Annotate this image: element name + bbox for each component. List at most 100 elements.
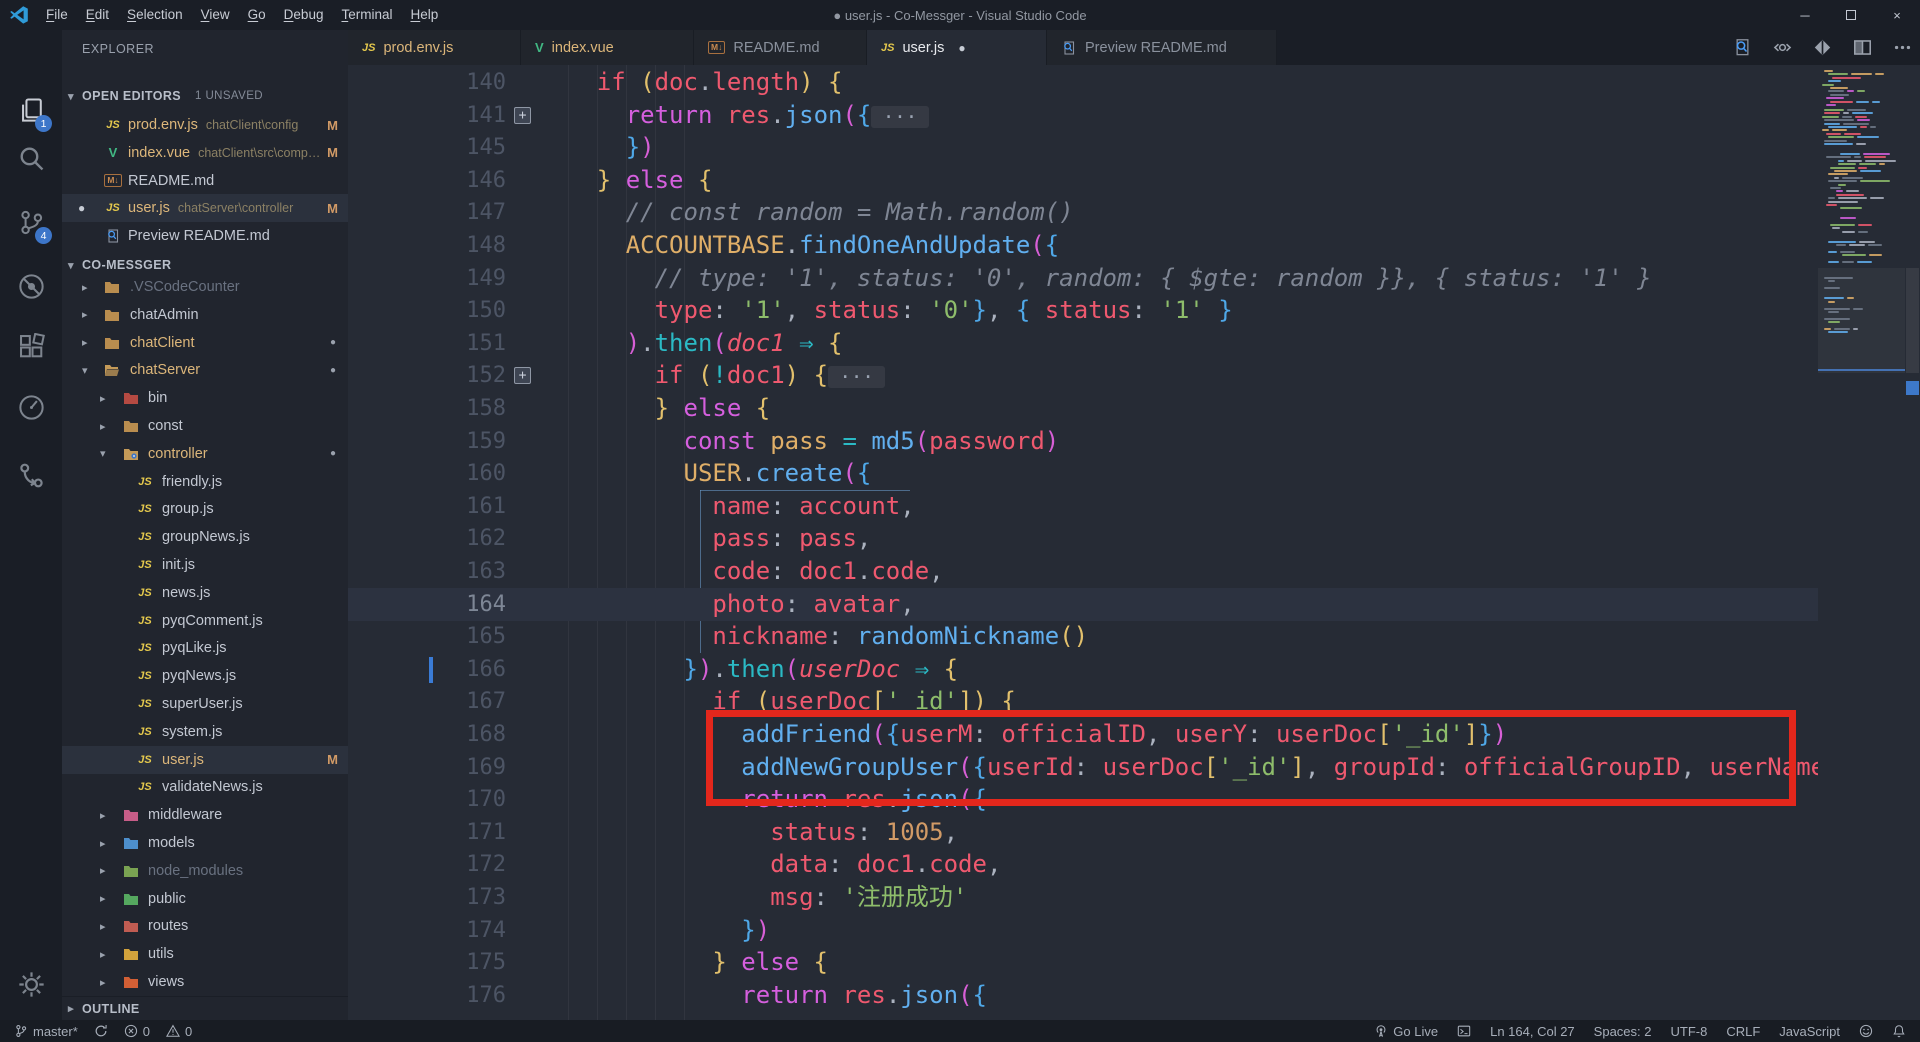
line-number[interactable]: 146 [436,164,506,197]
line-number[interactable]: 151 [436,327,506,360]
tree-item-pyqComment.js[interactable]: JSpyqComment.js [62,607,348,635]
line-number[interactable]: 162 [436,522,506,555]
tree-item-utils[interactable]: ▸utils [62,940,348,968]
line-number[interactable]: 167 [436,685,506,718]
line-number[interactable]: 171 [436,816,506,849]
line-number[interactable]: 158 [436,392,506,425]
code-line-141[interactable]: 141+ return res.json({ ··· [348,99,1818,132]
line-number[interactable]: 165 [436,620,506,653]
line-number[interactable]: 148 [436,229,506,262]
tab-index-vue[interactable]: Vindex.vue [521,30,694,65]
code-line-160[interactable]: 160 USER.create({ [348,457,1818,490]
problems-errors[interactable]: 0 [124,1024,150,1039]
tree-item-controller[interactable]: ▾controller● [62,440,348,468]
activity-gauge-icon[interactable] [0,383,62,431]
menu-debug[interactable]: Debug [275,0,333,30]
code-line-166[interactable]: 166 }).then(userDoc ⇒ { [348,653,1818,686]
minimap[interactable] [1818,65,1905,1020]
sync-button[interactable] [94,1024,108,1038]
activity-settings-gear-icon[interactable] [0,960,62,1008]
tree-item-friendly.js[interactable]: JSfriendly.js [62,468,348,496]
code-line-159[interactable]: 159 const pass = md5(password) [348,425,1818,458]
feedback-smiley[interactable] [1859,1024,1873,1038]
tab-readme-md[interactable]: M↓README.md [694,30,867,65]
scrollbar-slider[interactable] [1906,268,1919,373]
tree-item-const[interactable]: ▸const [62,412,348,440]
line-number[interactable]: 175 [436,946,506,979]
tree-item-routes[interactable]: ▸routes [62,912,348,940]
line-number[interactable]: 170 [436,783,506,816]
line-number[interactable]: 150 [436,294,506,327]
line-number[interactable]: 141 [436,99,506,132]
outline-header[interactable]: ▸OUTLINE [62,996,348,1020]
tree-item-node_modules[interactable]: ▸node_modules [62,857,348,885]
code-line-149[interactable]: 149 // type: '1', status: '0', random: {… [348,262,1818,295]
tree-item-bin[interactable]: ▸bin [62,384,348,412]
go-live-button[interactable]: Go Live [1374,1024,1438,1039]
minimize-button[interactable]: ─ [1782,0,1828,30]
tab-prod-env-js[interactable]: JSprod.env.js [348,30,521,65]
code-line-146[interactable]: 146 } else { [348,164,1818,197]
action-open-preview-icon[interactable] [1733,38,1752,57]
menu-view[interactable]: View [192,0,239,30]
code-line-172[interactable]: 172 data: doc1.code, [348,848,1818,881]
open-editor-item[interactable]: Preview README.md [62,222,348,250]
tree-item-system.js[interactable]: JSsystem.js [62,718,348,746]
tree-item-pyqNews.js[interactable]: JSpyqNews.js [62,662,348,690]
tree-item-chatClient[interactable]: ▸chatClient● [62,329,348,357]
open-editor-item[interactable]: ●JSuser.jschatServer\controllerM [62,194,348,222]
code-line-176[interactable]: 176 return res.json({ [348,979,1818,1012]
code-line-174[interactable]: 174 }) [348,914,1818,947]
tree-item-superUser.js[interactable]: JSsuperUser.js [62,690,348,718]
line-number[interactable]: 152 [436,359,506,392]
code-line-171[interactable]: 171 status: 1005, [348,816,1818,849]
action-split-editor-icon[interactable] [1853,38,1872,57]
activity-search-icon[interactable] [0,134,62,182]
menu-help[interactable]: Help [401,0,447,30]
tree-item-groupNews.js[interactable]: JSgroupNews.js [62,523,348,551]
fold-expand-icon[interactable]: + [514,107,531,124]
tree-item-pyqLike.js[interactable]: JSpyqLike.js [62,634,348,662]
tree-item-.VSCodeCounter[interactable]: ▸.VSCodeCounter [62,273,348,301]
menu-selection[interactable]: Selection [118,0,192,30]
tree-item-models[interactable]: ▸models [62,829,348,857]
code-line-152[interactable]: 152+ if (!doc1) { ··· [348,359,1818,392]
open-editor-item[interactable]: Vindex.vuechatClient\src\components...M [62,139,348,167]
tree-item-group.js[interactable]: JSgroup.js [62,495,348,523]
tree-item-user.js[interactable]: JSuser.jsM [62,746,348,774]
line-number[interactable]: 163 [436,555,506,588]
code-line-161[interactable]: 161 name: account, [348,490,1818,523]
indentation-setting[interactable]: Spaces: 2 [1594,1024,1652,1039]
line-number[interactable]: 147 [436,196,506,229]
open-editors-header[interactable]: ▾OPEN EDITORS1 UNSAVED [62,82,348,110]
line-number[interactable]: 168 [436,718,506,751]
line-number[interactable]: 149 [436,262,506,295]
language-mode[interactable]: JavaScript [1779,1024,1840,1039]
line-number[interactable]: 164 [436,588,506,621]
activity-files-icon[interactable]: 1 [0,86,62,134]
eol-setting[interactable]: CRLF [1726,1024,1760,1039]
line-number[interactable]: 145 [436,131,506,164]
line-number[interactable]: 173 [436,881,506,914]
tree-item-init.js[interactable]: JSinit.js [62,551,348,579]
code-line-151[interactable]: 151 ).then(doc1 ⇒ { [348,327,1818,360]
tree-item-news.js[interactable]: JSnews.js [62,579,348,607]
code-line-158[interactable]: 158 } else { [348,392,1818,425]
tab-user-js[interactable]: JSuser.js● [867,30,1047,65]
action-more-actions-icon[interactable] [1893,38,1912,57]
code-line-163[interactable]: 163 code: doc1.code, [348,555,1818,588]
vertical-scrollbar[interactable] [1905,65,1920,1020]
activity-git-graph-icon[interactable] [0,451,62,499]
tree-item-middleware[interactable]: ▸middleware [62,801,348,829]
cursor-position[interactable]: Ln 164, Col 27 [1490,1024,1575,1039]
line-number[interactable]: 161 [436,490,506,523]
code-line-164[interactable]: 164 photo: avatar, [348,588,1818,621]
tree-item-chatAdmin[interactable]: ▸chatAdmin [62,301,348,329]
code-line-148[interactable]: 148 ACCOUNTBASE.findOneAndUpdate({ [348,229,1818,262]
code-line-165[interactable]: 165 nickname: randomNickname() [348,620,1818,653]
menu-go[interactable]: Go [239,0,275,30]
fold-expand-icon[interactable]: + [514,367,531,384]
code-line-173[interactable]: 173 msg: '注册成功' [348,881,1818,914]
line-number[interactable]: 140 [436,66,506,99]
branch-indicator[interactable]: master* [14,1024,78,1039]
